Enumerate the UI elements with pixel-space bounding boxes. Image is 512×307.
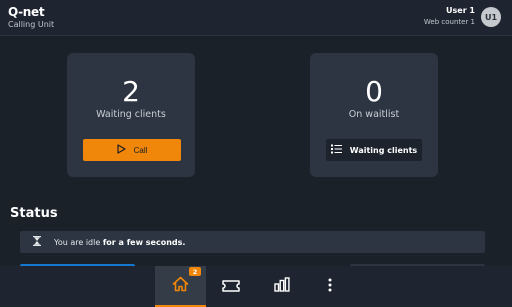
nav-statistics[interactable] xyxy=(259,266,305,307)
waiting-clients-label: Waiting clients xyxy=(96,109,166,120)
nav-tickets[interactable] xyxy=(208,266,254,307)
waiting-clients-card: 2 Waiting clients Call xyxy=(67,53,195,177)
play-icon xyxy=(117,144,126,156)
waitlist-count: 0 xyxy=(365,75,383,108)
waiting-clients-count: 2 xyxy=(122,75,140,108)
hourglass-icon xyxy=(33,236,41,248)
stats-icon xyxy=(274,277,290,296)
home-badge: 2 xyxy=(189,267,201,276)
bottom-navigation xyxy=(0,266,512,307)
status-text: You are idle xyxy=(54,237,101,247)
waitlist-label: On waitlist xyxy=(348,109,400,120)
call-button-label: Call xyxy=(133,145,148,155)
more-icon xyxy=(328,277,332,296)
ticket-icon xyxy=(222,277,240,296)
call-button[interactable]: Call xyxy=(83,139,181,161)
user-name: User 1 xyxy=(446,6,475,15)
avatar[interactable]: U1 xyxy=(481,7,501,27)
waiting-clients-button[interactable]: Waiting clients xyxy=(326,139,422,161)
status-title: Status xyxy=(10,206,58,221)
status-duration: for a few seconds. xyxy=(102,237,186,247)
home-icon xyxy=(172,276,189,296)
app-header: Q-net Calling Unit User 1 Web counter 1 … xyxy=(0,0,512,36)
waitlist-card: 0 On waitlist Waiting clients xyxy=(310,53,438,177)
waiting-clients-button-label: Waiting clients xyxy=(349,145,418,155)
nav-more[interactable] xyxy=(307,266,353,307)
status-message: You are idle for a few seconds. xyxy=(20,231,485,253)
user-counter: Web counter 1 xyxy=(423,18,475,26)
app-logo: Q-net xyxy=(8,5,45,19)
list-icon xyxy=(330,144,342,156)
app-subtitle: Calling Unit xyxy=(8,20,55,29)
